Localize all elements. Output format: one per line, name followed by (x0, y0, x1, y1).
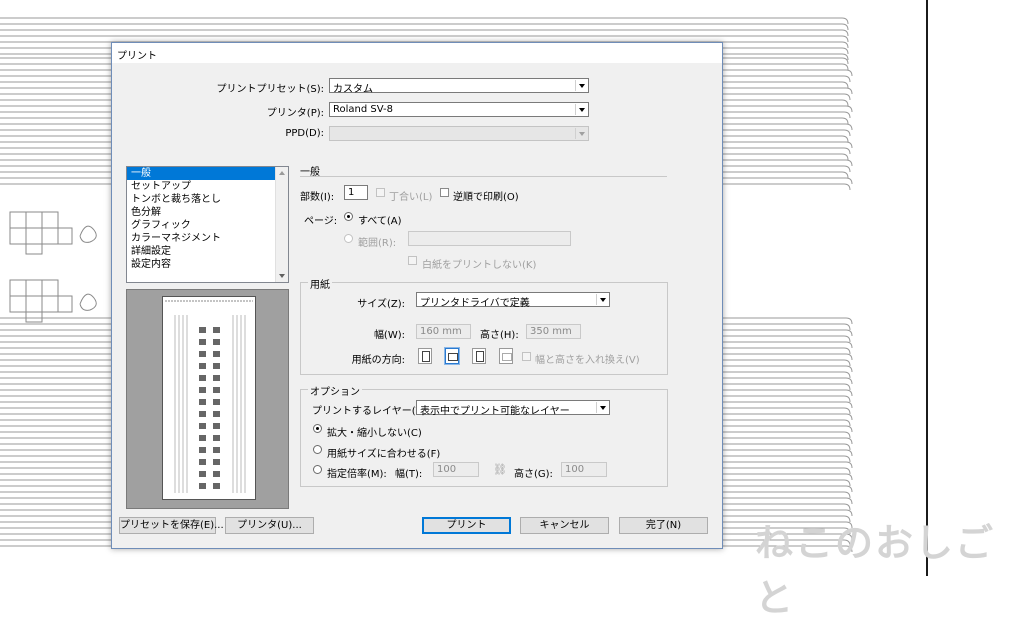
pages-all-label: すべて(A) (358, 216, 402, 227)
chevron-down-icon (596, 294, 608, 305)
scroll-down-icon[interactable] (279, 274, 285, 278)
category-list[interactable]: 一般 セットアップ トンボと裁ち落とし 色分解 グラフィック カラーマネジメント 詳細設定設… (126, 166, 289, 283)
preset-label: プリントプリセット(S): (216, 84, 324, 95)
printer-value: Roland SV-8 (333, 104, 393, 115)
dialog-title: プリント (117, 51, 157, 62)
watermark-logo: ねこのおしごと (755, 521, 996, 620)
pages-range-label: 範囲(R): (358, 238, 397, 249)
preview-content (165, 300, 253, 493)
paper-size-select[interactable]: プリンタドライバで定義 (416, 292, 610, 309)
sidebar-item[interactable]: セットアップ (127, 180, 288, 193)
reverse-portrait-icon[interactable] (472, 348, 486, 364)
layers-label: プリントするレイヤー(Y): (312, 406, 429, 417)
paper-size-value: プリンタドライバで定義 (420, 298, 530, 309)
options-group-title: オプション (308, 383, 362, 398)
chevron-down-icon (575, 80, 587, 91)
scale-height-input[interactable]: 100 (561, 462, 607, 477)
paper-width-input[interactable]: 160 mm (416, 324, 471, 339)
paper-size-label: サイズ(Z): (357, 299, 405, 310)
ppd-label: PPD(D): (285, 128, 324, 139)
portrait-icon[interactable] (418, 348, 432, 364)
layers-value: 表示中でプリント可能なレイヤー (420, 406, 570, 417)
sidebar-item[interactable]: 色分解 (127, 206, 288, 219)
chevron-down-icon (596, 402, 608, 413)
preset-select[interactable]: カスタム (329, 78, 589, 95)
print-button[interactable]: プリント (422, 517, 511, 534)
sidebar-item[interactable]: 詳細設定 (127, 245, 288, 258)
printer-button[interactable]: プリンタ(U)... (225, 517, 314, 534)
copies-input[interactable]: 1 (344, 185, 368, 200)
custom-scale-radio[interactable] (313, 465, 322, 474)
sidebar-item[interactable]: グラフィック (127, 219, 288, 232)
collate-label: 丁合い(L) (389, 192, 433, 203)
chevron-down-icon (575, 128, 587, 139)
title-bar[interactable]: プリント (112, 43, 722, 63)
pages-range-radio[interactable] (344, 234, 353, 243)
printer-select[interactable]: Roland SV-8 (329, 102, 589, 117)
collate-checkbox[interactable] (376, 188, 385, 197)
copies-label: 部数(I): (300, 192, 335, 203)
print-blank-checkbox[interactable] (408, 256, 417, 265)
save-preset-button[interactable]: プリセットを保存(E)... (119, 517, 224, 534)
scale-width-label: 幅(T): (395, 469, 423, 480)
orientation-label: 用紙の方向: (351, 355, 405, 366)
print-blank-label: 白紙をプリントしない(K) (422, 260, 537, 271)
sidebar-item[interactable]: トンボと裁ち落とし (127, 193, 288, 206)
section-divider (300, 176, 667, 177)
landscape-icon[interactable] (445, 348, 459, 364)
preset-value: カスタム (333, 84, 373, 95)
print-preview (126, 289, 289, 509)
pages-range-input[interactable] (408, 231, 571, 246)
swap-dimensions-label: 幅と高さを入れ換え(V) (535, 355, 640, 366)
page-edge-line (926, 0, 928, 576)
no-scale-radio[interactable] (313, 424, 322, 433)
fit-paper-radio[interactable] (313, 445, 322, 454)
scroll-up-icon[interactable] (279, 171, 285, 175)
sidebar-item[interactable]: 一般 (127, 167, 276, 180)
list-scrollbar[interactable] (275, 167, 288, 282)
cancel-button[interactable]: キャンセル (520, 517, 609, 534)
scale-height-label: 高さ(G): (514, 469, 553, 480)
sidebar-item[interactable]: カラーマネジメント (127, 232, 288, 245)
link-chain-icon[interactable]: ⛓ (493, 463, 507, 476)
pages-label: ページ: (304, 216, 338, 227)
no-scale-label: 拡大・縮小しない(C) (327, 428, 422, 439)
paper-group-title: 用紙 (308, 276, 332, 291)
custom-scale-label: 指定倍率(M): (327, 469, 387, 480)
fit-paper-label: 用紙サイズに合わせる(F) (327, 449, 441, 460)
print-dialog: プリント プリントプリセット(S): カスタム プリンタ(P): Roland … (111, 42, 723, 549)
paper-height-input[interactable]: 350 mm (526, 324, 581, 339)
reverse-order-checkbox[interactable] (440, 188, 449, 197)
sidebar-item[interactable]: 設定内容 (127, 258, 288, 271)
reverse-order-label: 逆順で印刷(O) (453, 192, 519, 203)
chevron-down-icon (575, 104, 587, 115)
pages-all-radio[interactable] (344, 212, 353, 221)
preview-page (162, 296, 256, 500)
ppd-select[interactable] (329, 126, 589, 141)
reverse-landscape-icon[interactable] (499, 348, 513, 364)
paper-width-label: 幅(W): (373, 330, 405, 341)
printer-label: プリンタ(P): (266, 108, 324, 119)
layers-select[interactable]: 表示中でプリント可能なレイヤー (416, 400, 610, 417)
paper-height-label: 高さ(H): (480, 330, 519, 341)
swap-dimensions-checkbox[interactable] (522, 352, 531, 361)
scale-width-input[interactable]: 100 (433, 462, 479, 477)
done-button[interactable]: 完了(N) (619, 517, 708, 534)
